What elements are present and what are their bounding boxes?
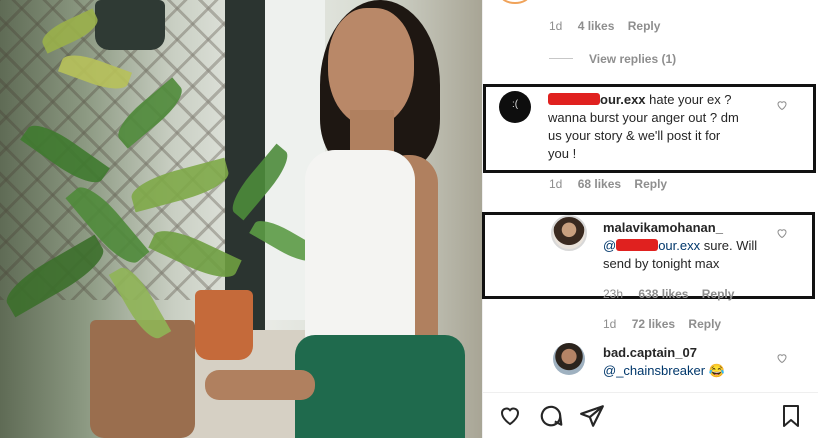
redaction-mark (616, 239, 659, 251)
reply-button[interactable]: Reply (628, 19, 661, 33)
reply-button[interactable]: Reply (634, 177, 667, 191)
avatar-glyph: :( (511, 99, 519, 110)
comment-text: our.exx hate your ex ? wanna burst your … (548, 91, 788, 163)
person-face (328, 8, 414, 126)
reply-button[interactable]: Reply (688, 317, 721, 331)
like-heart-icon[interactable] (776, 99, 788, 111)
comment-time: 1d (549, 177, 563, 191)
comment-username[interactable]: malavikamohanan_ (603, 220, 723, 235)
comment-text: bad.captain_07 @_chainsbreaker 😂 (603, 344, 773, 380)
emoji: 😂 (708, 363, 725, 378)
divider (483, 392, 818, 393)
share-icon[interactable] (579, 403, 605, 429)
comment-meta: 1d 68 likes Reply (549, 177, 667, 191)
view-replies-button[interactable]: View replies (1) (589, 52, 676, 66)
comment-time: 1d (603, 317, 617, 331)
comment-line: you ! (548, 146, 577, 161)
comment-meta: 1d 4 likes Reply (549, 19, 660, 33)
likes-count[interactable]: 72 likes (632, 317, 675, 331)
comment-meta: 1d 72 likes Reply (603, 317, 721, 331)
bookmark-icon[interactable] (779, 403, 803, 429)
comment-time: 23h (603, 287, 624, 301)
comment-line: us your story & we'll post it for (548, 128, 721, 143)
comment-username[interactable]: bad.captain_07 (603, 345, 697, 360)
post-image (0, 0, 482, 438)
comment-line: wanna burst your anger out ? dm (548, 110, 739, 125)
comment-icon[interactable] (538, 403, 564, 429)
plant-pot (195, 290, 253, 360)
mention-link[interactable]: @ our.exx (603, 238, 700, 253)
mention-link[interactable]: @_chainsbreaker (603, 363, 705, 378)
avatar[interactable] (551, 215, 587, 251)
comment-meta: 23h 638 likes Reply (603, 287, 734, 301)
comment-line: send by tonight max (603, 256, 720, 271)
comment-username[interactable]: our.exx (548, 92, 646, 107)
like-heart-icon[interactable] (776, 352, 788, 364)
comment-time: 1d (549, 19, 563, 33)
person-top (305, 150, 415, 345)
like-heart-icon[interactable] (776, 227, 788, 239)
comment-text: malavikamohanan_ @ our.exx sure. Will sen… (603, 219, 773, 273)
plant-pot (95, 0, 165, 50)
comment-line: sure. Will (700, 238, 758, 253)
avatar[interactable]: :( (499, 91, 531, 123)
heart-icon[interactable] (497, 403, 523, 427)
likes-count[interactable]: 4 likes (578, 19, 615, 33)
reply-button[interactable]: Reply (702, 287, 735, 301)
person-hand (205, 370, 315, 400)
redaction-mark (548, 93, 600, 105)
person-skirt (295, 335, 465, 438)
comment-line: hate your ex ? (645, 92, 732, 107)
likes-count[interactable]: 638 likes (638, 287, 688, 301)
likes-count[interactable]: 68 likes (578, 177, 621, 191)
replies-divider (549, 58, 573, 59)
plant-pot (90, 320, 195, 438)
avatar[interactable] (553, 343, 585, 375)
